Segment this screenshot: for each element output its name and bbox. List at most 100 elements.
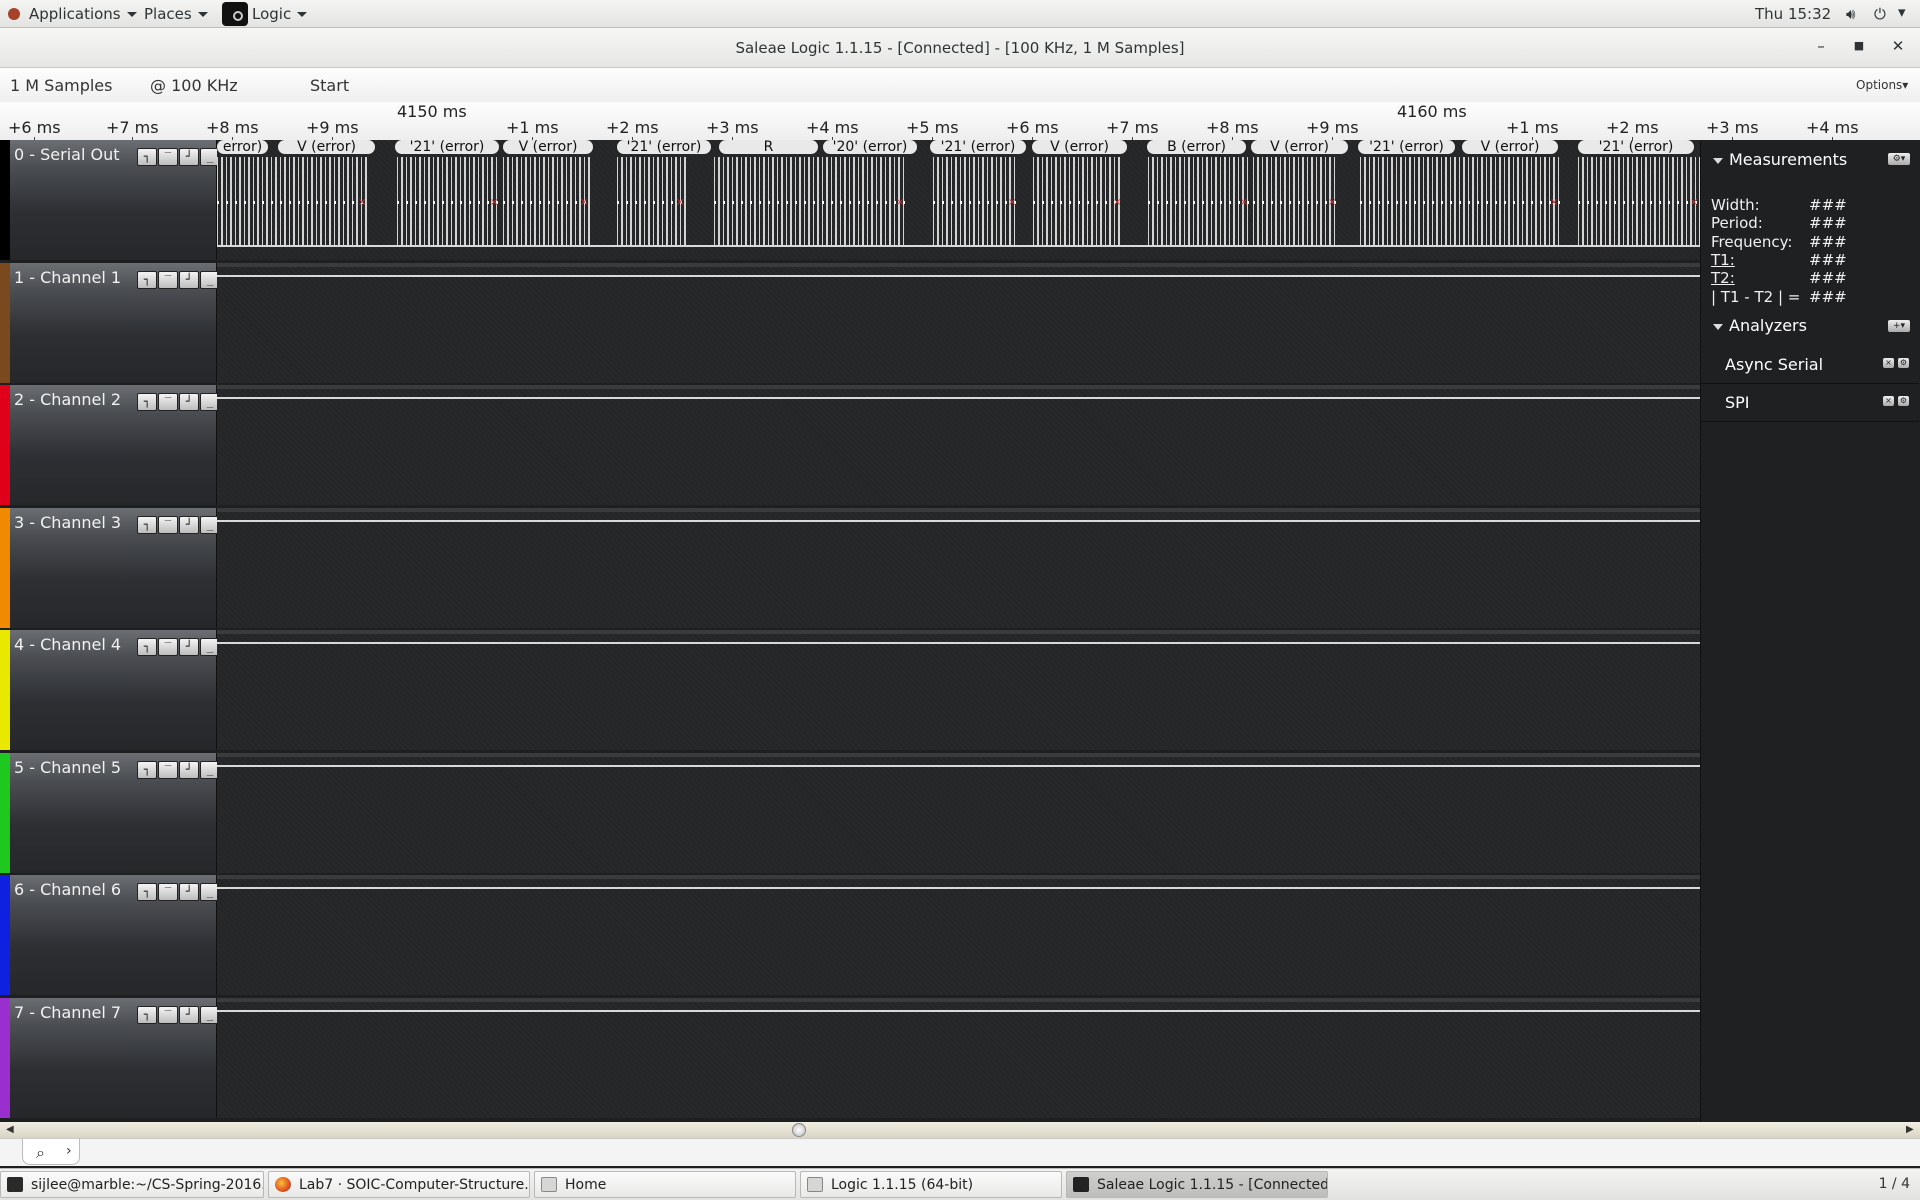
- rising-edge-trigger-icon[interactable]: ┐: [137, 760, 157, 779]
- rising-edge-trigger-icon[interactable]: ┐: [137, 393, 157, 411]
- decoded-frame-bubble[interactable]: V (error): [1251, 140, 1348, 154]
- decoded-frame-bubble[interactable]: '21' (error): [1578, 140, 1694, 154]
- channel-waveform[interactable]: [217, 507, 1700, 628]
- rising-edge-trigger-icon[interactable]: ┐: [137, 148, 157, 166]
- channel-label-panel[interactable]: 1 - Channel 1 ┐ ‾ ┘ _: [10, 262, 220, 383]
- channel-label-panel[interactable]: 3 - Channel 3 ┐ ‾ ┘ _: [10, 507, 220, 628]
- measurements-gear-icon[interactable]: ⚙▾: [1888, 153, 1910, 165]
- decoded-frame-bubble[interactable]: B (error): [1147, 140, 1246, 154]
- decoded-frame-bubble[interactable]: '21' (error): [930, 140, 1026, 154]
- falling-edge-trigger-icon[interactable]: ┘: [179, 760, 199, 779]
- decoded-frame-bubble[interactable]: '21' (error): [617, 140, 711, 154]
- add-analyzer-icon[interactable]: +▾: [1888, 320, 1910, 332]
- remove-analyzer-icon[interactable]: ×: [1883, 358, 1894, 368]
- channel-name[interactable]: 3 - Channel 3: [14, 513, 121, 532]
- decoded-frame-bubble[interactable]: V (error): [503, 140, 593, 154]
- workspace-indicator[interactable]: 1 / 4: [1879, 1176, 1910, 1192]
- volume-icon[interactable]: 🔊︎: [1846, 5, 1855, 23]
- search-icon[interactable]: ⌕: [36, 1143, 45, 1163]
- high-level-trigger-icon[interactable]: ‾: [158, 760, 178, 779]
- chevron-right-icon[interactable]: ›: [66, 1143, 72, 1159]
- rising-edge-trigger-icon[interactable]: ┐: [137, 883, 157, 901]
- decoded-frame-bubble[interactable]: '21' (error): [1358, 140, 1455, 154]
- decoded-frame-bubble[interactable]: V (error): [1032, 140, 1127, 154]
- high-level-trigger-icon[interactable]: ‾: [158, 270, 178, 289]
- channel-label-panel[interactable]: 0 - Serial Out ┐ ‾ ┘ _: [10, 140, 220, 260]
- falling-edge-trigger-icon[interactable]: ┘: [179, 515, 199, 534]
- channel-label-panel[interactable]: 5 - Channel 5 ┐ ‾ ┘ _: [10, 752, 220, 873]
- high-level-trigger-icon[interactable]: ‾: [158, 515, 178, 534]
- analyzer-settings-gear-icon[interactable]: ⚙: [1898, 358, 1909, 368]
- decoded-frame-bubble[interactable]: V (error): [1462, 140, 1558, 154]
- task-terminal[interactable]: sijlee@marble:~/CS-Spring-2016...: [0, 1171, 264, 1198]
- channel-waveform[interactable]: [217, 997, 1700, 1118]
- rising-edge-trigger-icon[interactable]: ┐: [137, 270, 157, 289]
- channel-label-panel[interactable]: 7 - Channel 7 ┐ ‾ ┘ _: [10, 997, 220, 1118]
- channel-waveform[interactable]: [217, 385, 1700, 505]
- decoded-frame-bubble[interactable]: '21' (error): [395, 140, 499, 154]
- maximize-button[interactable]: ■: [1849, 39, 1869, 52]
- channel-waveform[interactable]: error) V (error) '21' (error) V (error) '21'…: [217, 140, 1700, 260]
- rising-edge-trigger-icon[interactable]: ┐: [137, 638, 157, 656]
- logic-app-icon[interactable]: [222, 2, 248, 26]
- channel-label-panel[interactable]: 6 - Channel 6 ┐ ‾ ┘ _: [10, 875, 220, 995]
- channel-label-panel[interactable]: 2 - Channel 2 ┐ ‾ ┘ _: [10, 385, 220, 505]
- falling-edge-trigger-icon[interactable]: ┘: [179, 270, 199, 289]
- minimize-button[interactable]: –: [1811, 37, 1831, 55]
- task-firefox[interactable]: Lab7 · SOIC-Computer-Structure...: [268, 1171, 530, 1198]
- channel-waveform[interactable]: [217, 630, 1700, 750]
- channel-name[interactable]: 4 - Channel 4: [14, 635, 121, 654]
- places-menu[interactable]: Places: [144, 5, 208, 23]
- scrollbar-thumb[interactable]: [792, 1123, 806, 1137]
- chevron-down-icon[interactable]: ▾: [1898, 3, 1906, 21]
- analyzer-settings-gear-icon[interactable]: ⚙: [1898, 396, 1909, 406]
- decoded-frame-bubble[interactable]: R: [719, 140, 818, 154]
- rising-edge-trigger-icon[interactable]: ┐: [137, 1005, 157, 1024]
- decoded-frame-bubble[interactable]: error): [217, 140, 268, 154]
- samples-selector[interactable]: 1 M Samples: [10, 76, 112, 95]
- close-button[interactable]: ✕: [1888, 37, 1908, 55]
- clock[interactable]: Thu 15:32: [1755, 5, 1831, 23]
- channel-waveform[interactable]: [217, 875, 1700, 995]
- falling-edge-trigger-icon[interactable]: ┘: [179, 883, 199, 901]
- measurements-header[interactable]: Measurements: [1713, 150, 1847, 169]
- falling-edge-trigger-icon[interactable]: ┘: [179, 638, 199, 656]
- analyzers-header[interactable]: Analyzers: [1713, 316, 1807, 335]
- channel-name[interactable]: 5 - Channel 5: [14, 758, 121, 777]
- rising-edge-trigger-icon[interactable]: ┐: [137, 515, 157, 534]
- options-menu[interactable]: Options▾: [1856, 78, 1908, 92]
- falling-edge-trigger-icon[interactable]: ┘: [179, 393, 199, 411]
- analyzer-item[interactable]: Async Serial × ⚙: [1701, 345, 1919, 384]
- channel-waveform[interactable]: [217, 752, 1700, 873]
- high-level-trigger-icon[interactable]: ‾: [158, 1005, 178, 1024]
- decoded-frame-bubble[interactable]: V (error): [278, 140, 375, 154]
- applications-menu[interactable]: Applications: [29, 5, 137, 23]
- high-level-trigger-icon[interactable]: ‾: [158, 148, 178, 166]
- channel-name[interactable]: 1 - Channel 1: [14, 268, 121, 287]
- channel-name[interactable]: 6 - Channel 6: [14, 880, 121, 899]
- sample-rate-selector[interactable]: @ 100 KHz: [150, 76, 238, 95]
- power-icon[interactable]: ⏻: [1874, 5, 1886, 23]
- channel-name[interactable]: 2 - Channel 2: [14, 390, 121, 409]
- task-saleae-logic[interactable]: Saleae Logic 1.1.15 - [Connected...: [1066, 1171, 1328, 1198]
- task-logic-launcher[interactable]: Logic 1.1.15 (64-bit): [800, 1171, 1062, 1198]
- analyzer-item[interactable]: SPI × ⚙: [1701, 383, 1919, 422]
- task-home-folder[interactable]: Home: [534, 1171, 796, 1198]
- high-level-trigger-icon[interactable]: ‾: [158, 883, 178, 901]
- falling-edge-trigger-icon[interactable]: ┘: [179, 148, 199, 166]
- falling-edge-trigger-icon[interactable]: ┘: [179, 1005, 199, 1024]
- scroll-right-icon[interactable]: ▶: [1906, 1124, 1914, 1135]
- high-level-trigger-icon[interactable]: ‾: [158, 638, 178, 656]
- horizontal-scrollbar[interactable]: ◀ ▶: [0, 1122, 1920, 1138]
- high-level-trigger-icon[interactable]: ‾: [158, 393, 178, 411]
- channel-label-panel[interactable]: 4 - Channel 4 ┐ ‾ ┘ _: [10, 630, 220, 750]
- channel-name[interactable]: 7 - Channel 7: [14, 1003, 121, 1022]
- decoded-frame-bubble[interactable]: '20' (error): [823, 140, 917, 154]
- window-titlebar[interactable]: Saleae Logic 1.1.15 - [Connected] - [100…: [0, 28, 1920, 68]
- app-menu[interactable]: Logic: [252, 5, 308, 23]
- start-button[interactable]: Start: [310, 76, 349, 95]
- scroll-left-icon[interactable]: ◀: [6, 1124, 14, 1135]
- channel-name[interactable]: 0 - Serial Out: [14, 145, 120, 164]
- remove-analyzer-icon[interactable]: ×: [1883, 396, 1894, 406]
- time-ruler[interactable]: 4150 ms 4160 ms +6 ms +7 ms +8 ms +9 ms +1 m…: [0, 102, 1920, 141]
